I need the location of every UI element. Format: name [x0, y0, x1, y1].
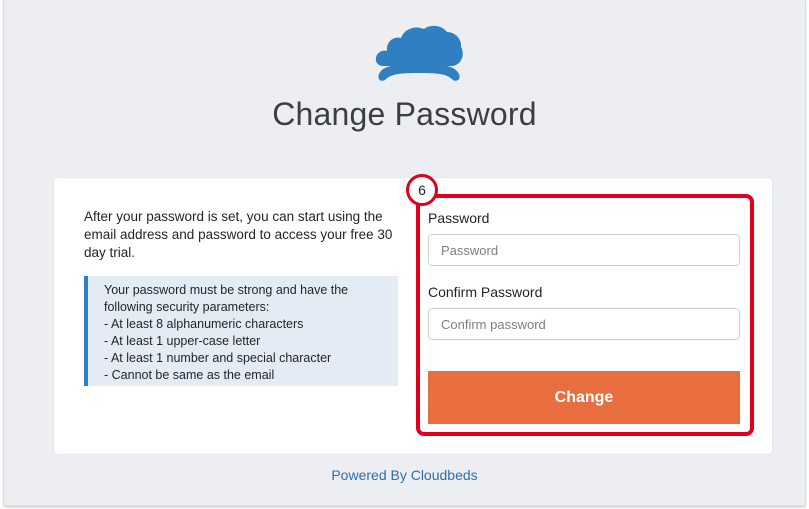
step-number-badge: 6 — [406, 174, 438, 206]
password-requirements-notice: Your password must be strong and have th… — [84, 276, 398, 386]
password-label: Password — [428, 210, 490, 226]
page-title: Change Password — [272, 96, 537, 132]
window-frame: Change Password After your password is s… — [4, 0, 805, 505]
change-button[interactable]: Change — [428, 371, 740, 424]
notice-line: - At least 1 number and special characte… — [104, 351, 332, 365]
notice-line: - At least 8 alphanumeric characters — [104, 317, 304, 331]
notice-line: following security parameters: — [104, 300, 270, 314]
cloud-bed-logo-icon — [375, 25, 463, 81]
password-input[interactable] — [428, 234, 740, 266]
powered-by-link[interactable]: Powered By Cloudbeds — [4, 467, 805, 483]
notice-line: - At least 1 upper-case letter — [104, 334, 261, 348]
change-password-card: After your password is set, you can star… — [54, 174, 772, 454]
notice-line: - Cannot be same as the email — [104, 368, 275, 382]
confirm-password-label: Confirm Password — [428, 284, 543, 300]
notice-line: Your password must be strong and have th… — [104, 283, 349, 297]
confirm-password-input[interactable] — [428, 308, 740, 340]
intro-text: After your password is set, you can star… — [84, 209, 393, 260]
